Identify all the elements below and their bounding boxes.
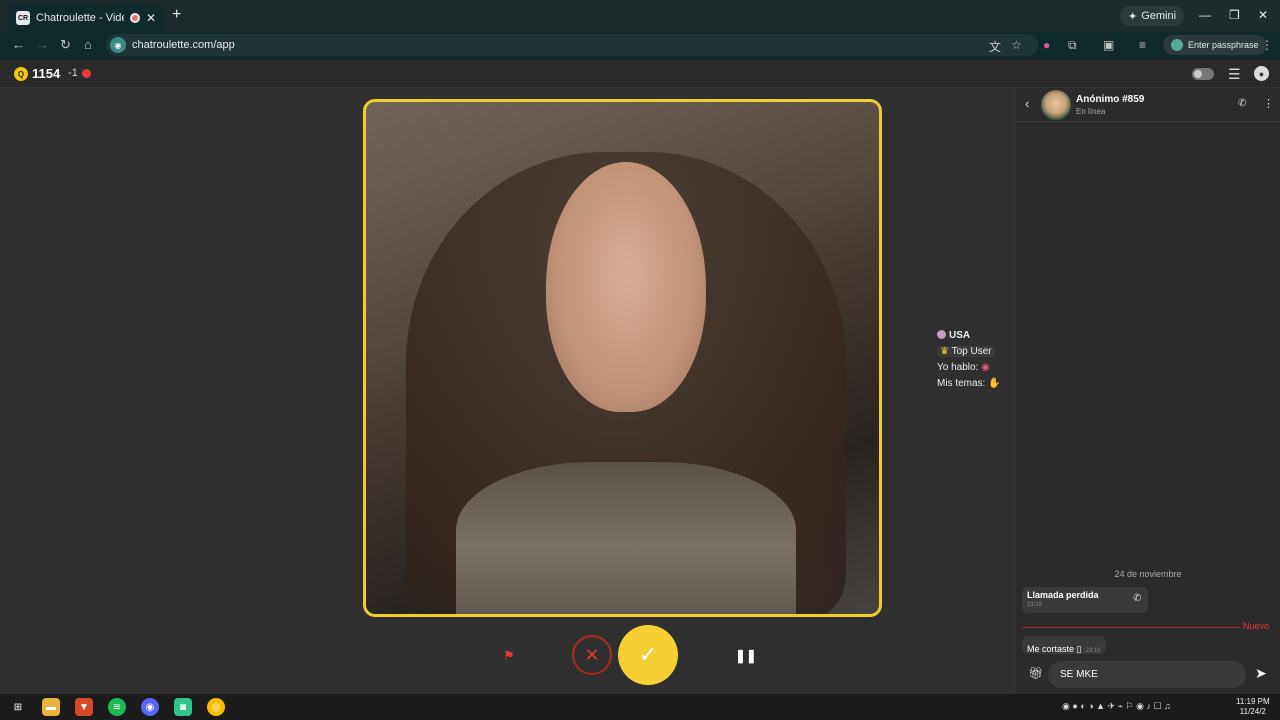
chat-status: En línea bbox=[1076, 107, 1106, 116]
browser-tab[interactable]: CR Chatroulette - Videochat al ✕ bbox=[8, 4, 164, 32]
tab-title: Chatroulette - Videochat al bbox=[36, 12, 124, 24]
missed-call-message: Llamada perdida 23:19 ✆ bbox=[1022, 587, 1148, 613]
date-separator: 24 de noviembre bbox=[1114, 569, 1182, 579]
star-icon[interactable]: ☆ bbox=[1011, 38, 1022, 52]
sparkle-icon: ✦ bbox=[1128, 10, 1138, 23]
video-subject-clothing bbox=[456, 462, 796, 614]
chrome-icon[interactable]: ◎ bbox=[207, 698, 225, 716]
partner-video bbox=[363, 99, 882, 617]
partner-info: USA ♛ Top User Yo hablo: ◉ Mis temas: ✋ bbox=[937, 328, 1001, 392]
address-bar[interactable]: ◉ chatroulette.com/app bbox=[106, 34, 1038, 56]
message-time: 23:19 bbox=[1085, 648, 1101, 654]
browser-menu-icon[interactable]: ⋮ bbox=[1261, 38, 1273, 52]
gemini-label: Gemini bbox=[1141, 10, 1177, 22]
new-messages-divider bbox=[1022, 627, 1240, 628]
chat-panel: ‹ Anónimo #859 En línea ✆ ⋮ 24 de noviem… bbox=[1014, 88, 1280, 694]
gemini-button[interactable]: ✦ Gemini bbox=[1120, 6, 1185, 26]
recording-icon bbox=[129, 13, 140, 23]
app-top-bar: Q 1154 -1 ☰ ● bbox=[0, 60, 1280, 88]
chat-header: ‹ Anónimo #859 En línea ✆ ⋮ bbox=[1015, 88, 1280, 122]
clock-time: 11:19 PM bbox=[1236, 697, 1270, 706]
theme-toggle[interactable] bbox=[1192, 68, 1214, 80]
video-area: USA ♛ Top User Yo hablo: ◉ Mis temas: ✋ … bbox=[0, 88, 1014, 694]
callback-phone-icon[interactable]: ✆ bbox=[1133, 593, 1141, 604]
translate-icon[interactable]: 文 bbox=[989, 38, 1001, 55]
more-icon[interactable]: ⋮ bbox=[1263, 97, 1274, 110]
passphrase-button[interactable]: Enter passphrase bbox=[1163, 35, 1267, 55]
minimize-icon[interactable]: — bbox=[1199, 8, 1211, 22]
accept-button[interactable]: ✓ bbox=[618, 625, 678, 685]
coin-delta: -1 bbox=[68, 67, 78, 79]
send-icon[interactable]: ➤ bbox=[1255, 665, 1267, 682]
missed-call-time: 23:19 bbox=[1027, 602, 1043, 608]
partner-topics: Mis temas: ✋ bbox=[937, 378, 1001, 389]
check-icon: ✓ bbox=[638, 642, 658, 667]
partner-languages: Yo hablo: ◉ bbox=[937, 362, 990, 373]
home-icon[interactable]: ⌂ bbox=[84, 37, 92, 52]
settings-icon[interactable]: ☰ bbox=[1228, 66, 1241, 83]
restore-icon[interactable]: ❐ bbox=[1229, 8, 1240, 22]
new-tab-button[interactable]: + bbox=[172, 6, 181, 24]
close-icon: ✕ bbox=[584, 644, 600, 665]
profile-icon[interactable]: ● bbox=[1254, 66, 1269, 81]
address-toolbar: ← → ↻ ⌂ ◉ chatroulette.com/app 文 ☆ ● ⧉ ▣… bbox=[0, 32, 1280, 58]
media-icon[interactable]: ≡ bbox=[1139, 38, 1146, 52]
discord-icon[interactable]: ◉ bbox=[141, 698, 159, 716]
app-icon[interactable]: ◙ bbox=[174, 698, 192, 716]
coin-balance: 1154 bbox=[32, 66, 61, 81]
spotify-icon[interactable]: ≋ bbox=[108, 698, 126, 716]
passphrase-label: Enter passphrase bbox=[1188, 40, 1259, 50]
extensions-icon[interactable]: ⧉ bbox=[1068, 38, 1077, 53]
new-messages-label: Nuevo bbox=[1243, 621, 1270, 631]
tray-icons[interactable]: ◉ ● ◐ ◑ ▲ ✈ ⌁ ⚐ ◉ ♪ ☐ ♫ bbox=[1062, 701, 1171, 712]
browser-tab-bar: CR Chatroulette - Videochat al ✕ + ✦ Gem… bbox=[0, 0, 1280, 32]
pause-button[interactable]: ❚❚ bbox=[735, 648, 757, 664]
record-dot-icon bbox=[82, 69, 91, 78]
windows-start-icon[interactable]: ⊞ bbox=[9, 698, 27, 716]
missed-call-label: Llamada perdida bbox=[1027, 590, 1099, 600]
uk-flag-icon: ◉ bbox=[981, 362, 990, 373]
message-text: Me cortaste ▯ bbox=[1027, 644, 1082, 654]
coin-icon: Q bbox=[14, 67, 28, 81]
gift-icon[interactable]: 🎁︎ bbox=[1028, 666, 1043, 680]
flag-icon bbox=[937, 330, 946, 339]
phone-icon[interactable]: ✆ bbox=[1238, 98, 1246, 109]
chat-username: Anónimo #859 bbox=[1076, 94, 1145, 105]
chat-message: Me cortaste ▯ 23:19 bbox=[1022, 636, 1106, 654]
reload-icon[interactable]: ↻ bbox=[60, 37, 71, 53]
window-close-icon[interactable]: ✕ bbox=[1258, 8, 1268, 22]
partner-country: USA bbox=[937, 328, 1001, 344]
file-explorer-icon[interactable]: ▬ bbox=[42, 698, 60, 716]
back-icon[interactable]: ‹ bbox=[1025, 96, 1029, 111]
brave-icon[interactable]: ▼ bbox=[75, 698, 93, 716]
crown-icon: ♛ bbox=[940, 346, 949, 357]
video-subject-face bbox=[546, 162, 706, 412]
wave-icon: ✋ bbox=[988, 378, 1001, 389]
chat-input[interactable] bbox=[1048, 661, 1246, 688]
skip-button[interactable]: ✕ bbox=[572, 635, 612, 675]
partner-badge: ♛ Top User bbox=[937, 344, 1001, 360]
url-text: chatroulette.com/app bbox=[132, 39, 235, 51]
chatroulette-favicon: CR bbox=[16, 11, 30, 25]
forward-icon[interactable]: → bbox=[36, 37, 49, 52]
report-flag-icon[interactable]: ⚑ bbox=[503, 648, 515, 664]
avatar[interactable] bbox=[1041, 90, 1071, 120]
os-taskbar: ⊞ ▬ ▼ ≋ ◉ ◙ ◎ ◉ ● ◐ ◑ ▲ ✈ ⌁ ⚐ ◉ ♪ ☐ ♫ 11… bbox=[0, 694, 1280, 720]
close-tab-icon[interactable]: ✕ bbox=[146, 11, 156, 25]
extension-icon[interactable]: ● bbox=[1043, 38, 1050, 52]
back-icon[interactable]: ← bbox=[12, 37, 25, 52]
user-avatar-icon bbox=[1171, 39, 1183, 51]
clock-date: 11/24/2 bbox=[1239, 707, 1266, 716]
system-clock[interactable]: 11:19 PM 11/24/2 bbox=[1236, 697, 1270, 717]
site-info-icon[interactable]: ◉ bbox=[110, 37, 126, 53]
reading-list-icon[interactable]: ▣ bbox=[1103, 38, 1114, 52]
